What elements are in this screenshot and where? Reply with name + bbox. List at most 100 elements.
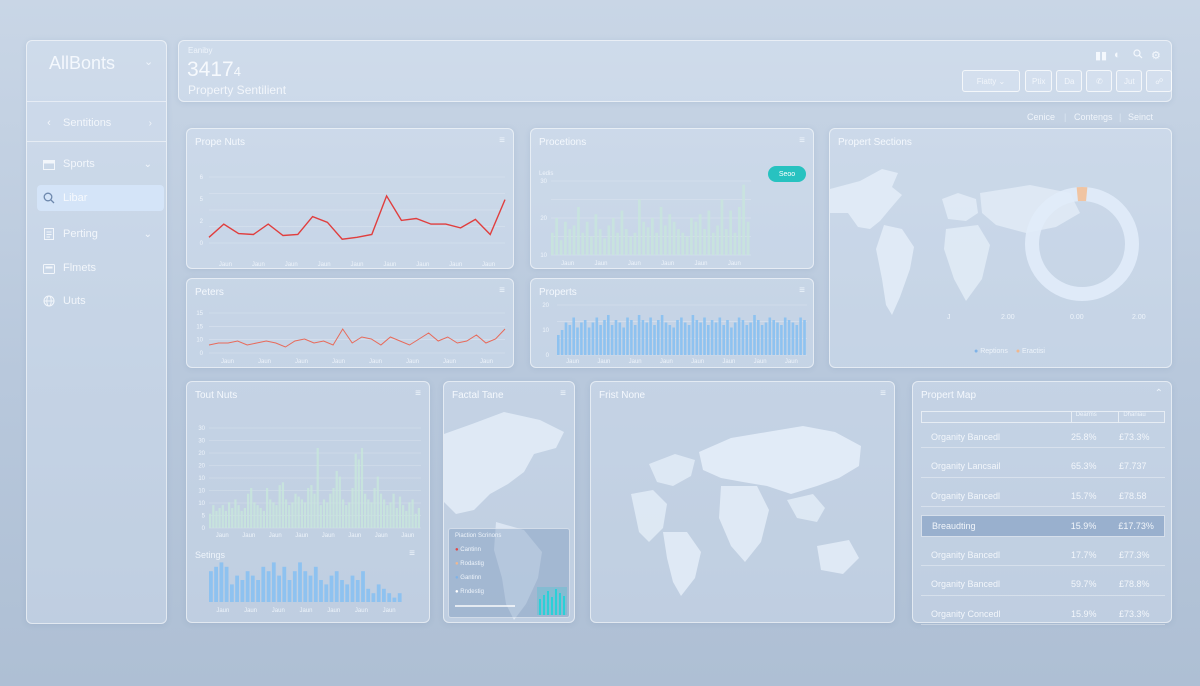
bar (398, 496, 402, 528)
bar (603, 320, 606, 355)
panels-icon[interactable]: ▮▮ (1095, 49, 1107, 62)
bar (370, 502, 373, 528)
bar (668, 325, 672, 355)
bar (572, 317, 575, 355)
column-header (922, 412, 1071, 422)
table-row[interactable]: Organity Bancedl 25.8% £73.3% (921, 426, 1165, 448)
bar (281, 482, 284, 528)
bar (741, 320, 745, 355)
bar (316, 448, 319, 528)
x-tick-label: Jaun (691, 359, 704, 365)
bar (707, 325, 710, 355)
bar (345, 505, 348, 528)
bar (334, 571, 339, 602)
table-row[interactable]: Organity Bancedl 17.7% £77.3% (921, 544, 1165, 566)
chevron-down-icon[interactable]: ⌄ (144, 159, 152, 170)
panel-frist-none: Frist None ≡ (590, 381, 895, 623)
bar (629, 236, 632, 255)
panel-factal-tane: Factal Tane ≡ Piaction Scrinons ● Cantin… (443, 381, 575, 623)
sidebar-section-label: Sentitions (63, 117, 112, 129)
chevron-up-icon[interactable]: ⌃ (1155, 388, 1163, 399)
bar (768, 317, 772, 355)
x-tick-label: Jaun (660, 359, 673, 365)
map-southeast-asia (787, 494, 825, 522)
sidebar-item-flmets[interactable]: Flmets (37, 255, 164, 281)
y-tick-label: 10 (540, 253, 547, 259)
bar (256, 580, 260, 602)
bar (555, 218, 558, 255)
print-button[interactable]: Ptix (1025, 70, 1053, 92)
table-cell: 15.7% (1071, 490, 1097, 501)
sidebar-section-switcher[interactable]: ‹ Sentitions › (37, 110, 164, 136)
bar (568, 229, 572, 255)
sidebar-item-label: Uuts (63, 295, 86, 307)
x-tick-label: Jaun (318, 262, 331, 268)
bar (568, 325, 572, 355)
bar (383, 499, 386, 528)
link-cenice[interactable]: Cenice (1027, 112, 1055, 122)
bar (616, 232, 619, 255)
x-tick-label: Jaun (295, 533, 308, 539)
table-row[interactable]: Organity Lancsail 65.3% £7.737 (921, 456, 1165, 478)
bar (310, 485, 313, 528)
table-cell: 25.8% (1071, 431, 1097, 442)
link-seinct[interactable]: Seinct (1128, 112, 1153, 122)
chevron-left-icon[interactable]: ‹ (41, 117, 57, 129)
column-header[interactable]: Dhaniau (1118, 412, 1164, 422)
sidebar-item-sports[interactable]: Sports ⌄ (37, 151, 164, 177)
sidebar-item-uuts[interactable]: Uuts (37, 288, 164, 314)
table-row[interactable]: Organity Bancedl 15.7% £78.58 (921, 485, 1165, 507)
header-small-label: Eaniby (188, 46, 213, 55)
filter-dropdown[interactable]: Fiatty ⌄ (962, 70, 1020, 92)
table-cell: Organity Bancedl (931, 431, 1001, 442)
share-button[interactable]: ☍ (1146, 70, 1173, 92)
y-tick-label: 20 (542, 303, 549, 309)
date-button[interactable]: Da (1056, 70, 1083, 92)
map-north-america (830, 169, 902, 229)
bar (590, 236, 593, 255)
column-header[interactable]: Dearms (1070, 412, 1119, 422)
chevron-right-icon[interactable]: › (149, 118, 152, 129)
bar (624, 229, 628, 255)
bar (729, 210, 732, 255)
sidebar-item-label: Perting (63, 228, 98, 240)
link-contengs[interactable]: Contengs (1074, 112, 1113, 122)
bar (607, 225, 611, 255)
sidebar-item-libar[interactable]: Libar (37, 185, 164, 211)
y-tick-label: 20 (198, 464, 205, 470)
legend-dot: ● (974, 348, 979, 355)
bar (224, 566, 229, 602)
table-row[interactable]: Organity Concedl 15.9% £73.3% (921, 603, 1165, 625)
table-header: Dearms Dhaniau (921, 411, 1165, 423)
table-cell: 65.3% (1071, 461, 1097, 471)
legend-item: ● Gantinn (455, 575, 482, 581)
bar (799, 317, 802, 355)
bar (672, 327, 675, 355)
bar (240, 580, 245, 602)
bar (551, 232, 554, 255)
bar (776, 322, 779, 355)
bar (235, 575, 239, 602)
theme-icon[interactable]: ◐ (1114, 49, 1121, 61)
search-icon[interactable] (1133, 49, 1143, 62)
bar (341, 499, 345, 528)
chevron-down-icon[interactable]: ⌄ (144, 229, 152, 240)
bar (259, 508, 262, 528)
bar (611, 218, 615, 255)
table-row[interactable]: Breaudting 15.9% £17.73% (921, 514, 1165, 537)
y-tick-label: 10 (198, 489, 205, 495)
bar (685, 236, 689, 255)
gear-icon[interactable]: ⚙ (1151, 49, 1161, 62)
sidebar-item-perting[interactable]: Perting ⌄ (37, 221, 164, 247)
jump-button[interactable]: Jut (1116, 70, 1143, 92)
header-bar: Eaniby 34174 Property Sentilient ▮▮ ◐ ⚙ … (178, 40, 1173, 102)
table-row[interactable]: Organity Bancedl 59.7% £78.8% (921, 574, 1165, 596)
x-tick-label: Jaun (355, 608, 368, 614)
call-button[interactable]: ✆ (1086, 70, 1113, 92)
bar (694, 221, 698, 255)
legend-item: ● Rndestig (455, 589, 484, 595)
bar (687, 325, 691, 355)
table-cell: 15.9% (1070, 520, 1097, 531)
y-axis-label: Ledis (539, 171, 553, 177)
chevron-down-icon[interactable]: ⌄ (144, 55, 153, 68)
